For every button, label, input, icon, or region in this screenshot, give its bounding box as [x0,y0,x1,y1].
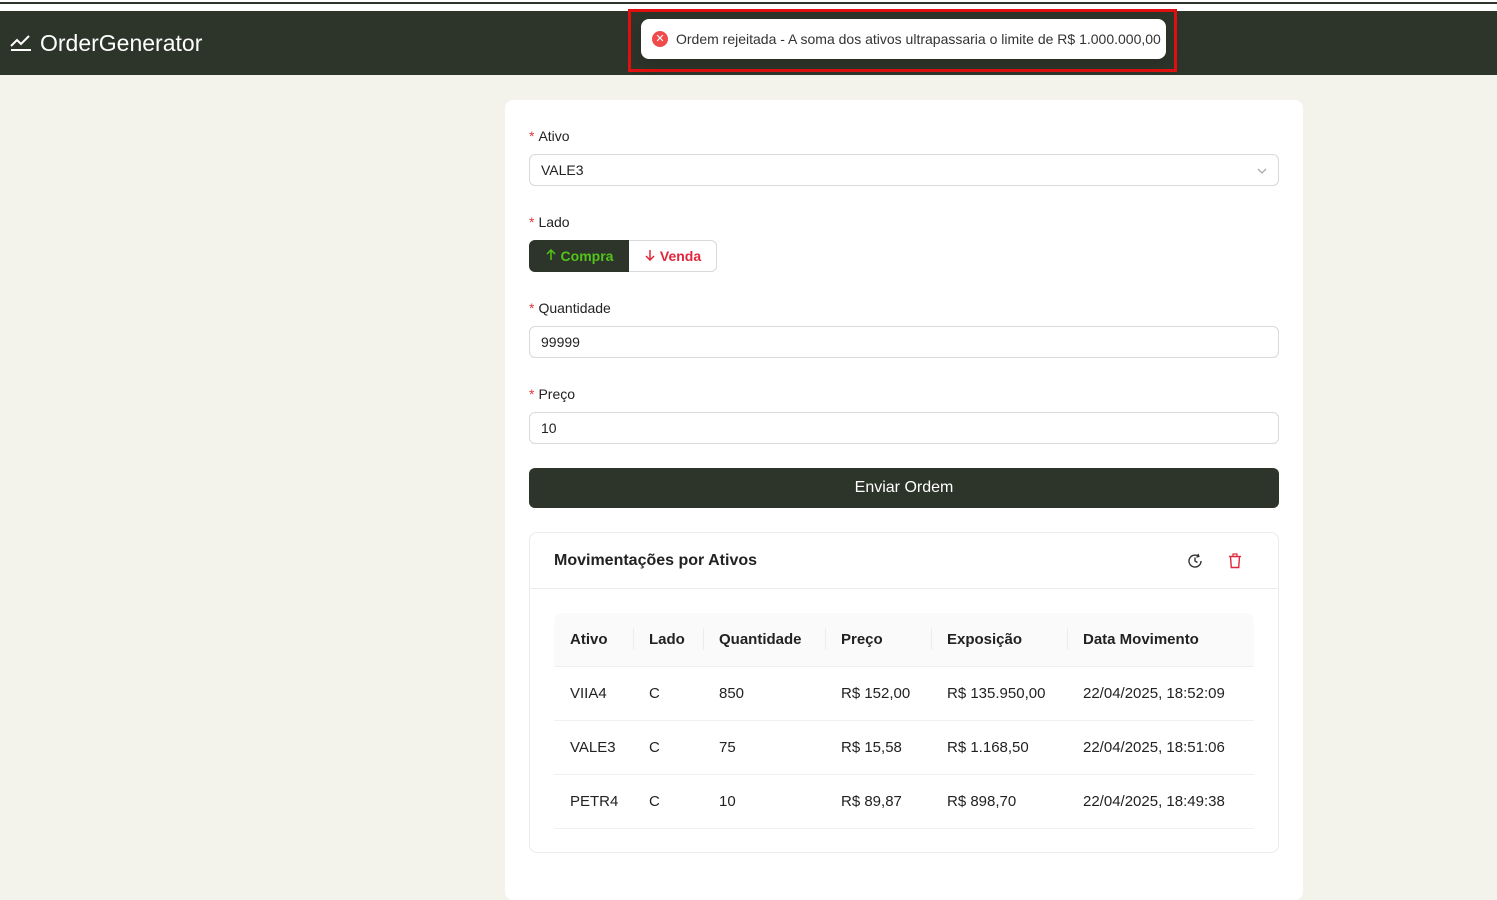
sell-button[interactable]: Venda [629,240,717,272]
cell-lado: C [633,774,703,829]
preco-input[interactable]: 10 [529,412,1279,444]
stock-chart-icon [10,34,32,52]
cell-data: 22/04/2025, 18:49:38 [1067,774,1254,829]
column-header[interactable]: Quantidade [703,613,825,667]
cell-lado: C [633,720,703,775]
column-header[interactable]: Data Movimento [1067,613,1254,667]
movements-title: Movimentações por Ativos [554,551,758,569]
chevron-down-icon [1256,164,1268,180]
error-toast: ✕ Ordem rejeitada - A soma dos ativos ul… [641,19,1166,59]
cell-exposicao: R$ 135.950,00 [931,666,1067,721]
quantidade-input[interactable]: 99999 [529,326,1279,358]
toast-message: Ordem rejeitada - A soma dos ativos ultr… [676,31,1161,47]
brand[interactable]: OrderGenerator [10,30,202,57]
movements-table: Ativo Lado Quantidade Preço Exposição Da… [554,613,1254,829]
trash-icon[interactable] [1226,552,1244,570]
arrow-up-icon [545,248,557,264]
column-header[interactable]: Ativo [554,613,633,667]
app-title: OrderGenerator [40,29,203,56]
movements-header: Movimentações por Ativos [530,533,1278,589]
cell-ativo: PETR4 [554,774,633,829]
cell-exposicao: R$ 898,70 [931,774,1067,829]
ativo-label: * Ativo [529,128,570,144]
cell-ativo: VIIA4 [554,666,633,721]
cell-data: 22/04/2025, 18:52:09 [1067,666,1254,721]
arrow-down-icon [644,248,656,264]
cell-quantidade: 10 [703,774,825,829]
buy-button[interactable]: Compra [529,240,629,272]
table-row[interactable]: VIIA4 C 850 R$ 152,00 R$ 135.950,00 22/0… [554,666,1254,721]
lado-toggle: Compra Venda [529,240,717,272]
order-form-card: * Ativo VALE3 * Lado Compra Venda * Quantid… [505,100,1303,900]
ativo-select[interactable]: VALE3 [529,154,1279,186]
cell-preco: R$ 89,87 [825,774,931,829]
column-header[interactable]: Preço [825,613,931,667]
table-header-row: Ativo Lado Quantidade Preço Exposição Da… [554,613,1254,667]
cell-lado: C [633,666,703,721]
cell-quantidade: 850 [703,666,825,721]
cell-preco: R$ 152,00 [825,666,931,721]
table-row[interactable]: VALE3 C 75 R$ 15,58 R$ 1.168,50 22/04/20… [554,720,1254,775]
cell-ativo: VALE3 [554,720,633,775]
cell-data: 22/04/2025, 18:51:06 [1067,720,1254,775]
quantidade-label: * Quantidade [529,300,611,316]
preco-label: * Preço [529,386,576,402]
movements-panel: Movimentações por Ativos Ativo Lado Quan… [529,532,1279,853]
cell-quantidade: 75 [703,720,825,775]
lado-label: * Lado [529,214,570,230]
error-circle-icon: ✕ [652,31,668,47]
table-row[interactable]: PETR4 C 10 R$ 89,87 R$ 898,70 22/04/2025… [554,774,1254,829]
cell-preco: R$ 15,58 [825,720,931,775]
column-header[interactable]: Exposição [931,613,1067,667]
submit-order-button[interactable]: Enviar Ordem [529,468,1279,508]
cell-exposicao: R$ 1.168,50 [931,720,1067,775]
column-header[interactable]: Lado [633,613,703,667]
history-icon[interactable] [1186,552,1204,570]
